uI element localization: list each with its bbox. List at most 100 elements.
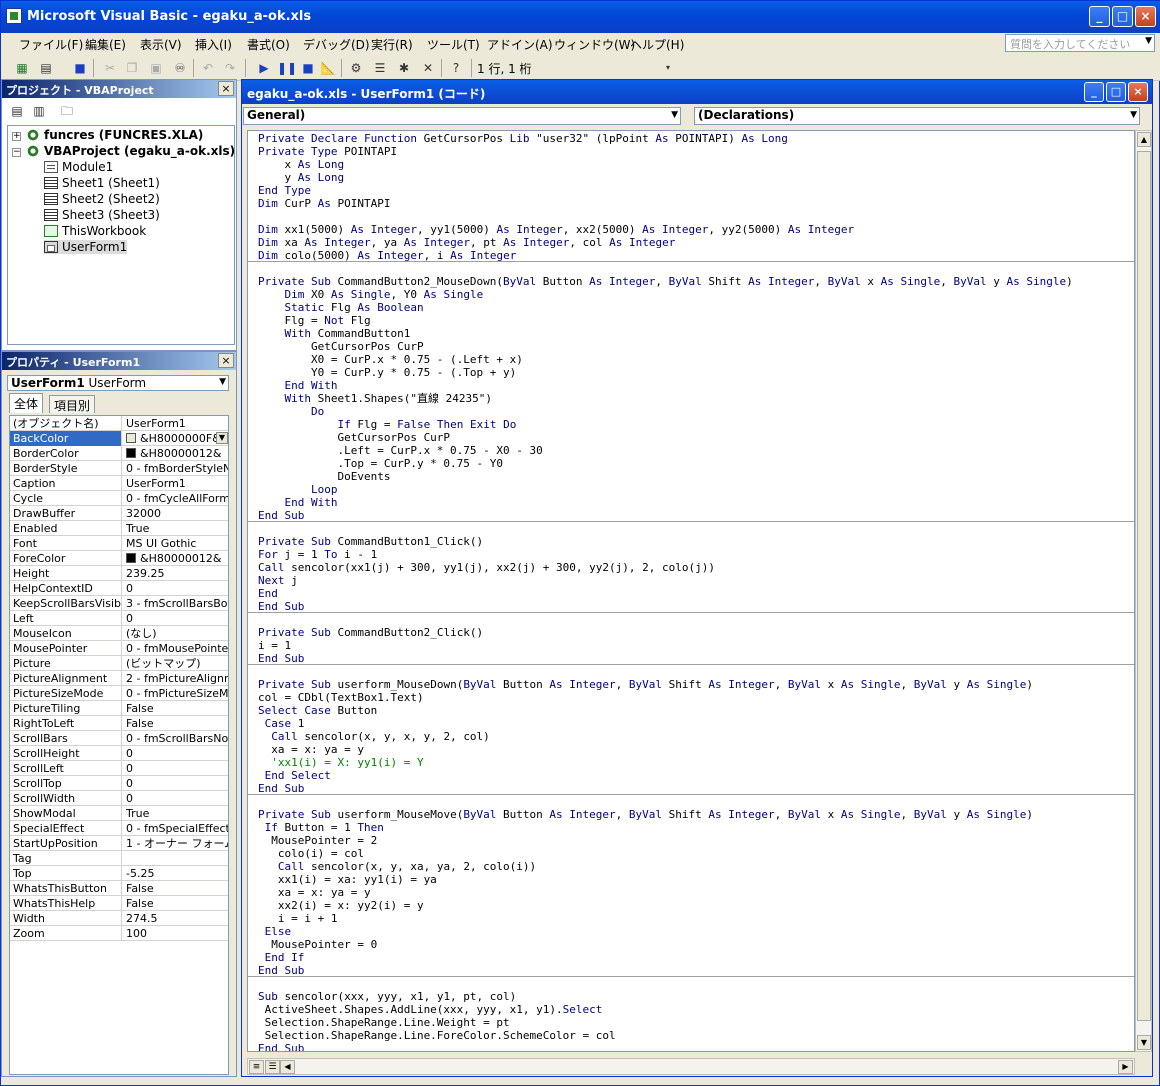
object-selector[interactable]: UserForm1 UserForm ▼: [7, 375, 229, 391]
property-row[interactable]: ScrollLeft 0: [10, 761, 228, 776]
code-line[interactable]: With Sheet1.Shapes("直線 24235"): [258, 392, 492, 405]
property-value[interactable]: -5.25: [123, 866, 228, 881]
code-line[interactable]: Private Sub CommandButton2_MouseDown(ByV…: [258, 275, 1073, 288]
property-row[interactable]: RightToLeft False: [10, 716, 228, 731]
code-line[interactable]: With CommandButton1: [258, 327, 411, 340]
undo-icon[interactable]: ↶: [199, 59, 217, 77]
chevron-down-icon[interactable]: ▼: [1130, 110, 1137, 120]
project-explorer-icon[interactable]: ⚙: [347, 59, 365, 77]
code-line[interactable]: Sub sencolor(xxx, yyy, x1, y1, pt, col): [258, 990, 516, 1003]
property-row[interactable]: MouseIcon (なし): [10, 626, 228, 641]
copy-icon[interactable]: ❐: [123, 59, 141, 77]
menu-format[interactable]: 書式(O): [247, 36, 290, 53]
code-line[interactable]: If Button = 1 Then: [258, 821, 384, 834]
toolbox-icon[interactable]: ✕: [419, 59, 437, 77]
procedure-view-icon[interactable]: ≡: [249, 1060, 264, 1074]
code-line[interactable]: End With: [258, 496, 338, 509]
property-value[interactable]: 0 - fmSpecialEffectFlat: [123, 821, 228, 836]
property-row[interactable]: KeepScrollBarsVisible 3 - fmScrollBarsBot…: [10, 596, 228, 611]
property-value[interactable]: &H80000012&: [123, 446, 228, 461]
property-row[interactable]: Caption UserForm1: [10, 476, 228, 491]
property-value[interactable]: 0: [123, 761, 228, 776]
property-value[interactable]: 100: [123, 926, 228, 941]
property-value[interactable]: 239.25: [123, 566, 228, 581]
code-horizontal-scrollbar[interactable]: ≡ ☰ ◀ ▶: [247, 1058, 1135, 1075]
vb-app-icon[interactable]: [6, 8, 22, 24]
code-vertical-scrollbar[interactable]: ▲ ▼: [1135, 130, 1152, 1052]
tab-alphabetic[interactable]: 全体: [9, 393, 44, 413]
property-row[interactable]: BorderColor &H80000012&: [10, 446, 228, 461]
property-value[interactable]: 0: [123, 746, 228, 761]
code-line[interactable]: Selection.ShapeRange.Line.ForeColor.Sche…: [258, 1029, 616, 1042]
property-row[interactable]: PictureTiling False: [10, 701, 228, 716]
property-row[interactable]: Tag: [10, 851, 228, 866]
menu-tools[interactable]: ツール(T): [427, 36, 480, 53]
property-row[interactable]: Width 274.5: [10, 911, 228, 926]
property-row[interactable]: WhatsThisHelp False: [10, 896, 228, 911]
property-value[interactable]: 3 - fmScrollBarsBoth: [123, 596, 228, 611]
code-line[interactable]: Case 1: [258, 717, 305, 730]
tree-node-sheet1[interactable]: Sheet1 (Sheet1): [44, 176, 160, 190]
property-row[interactable]: PictureAlignment 2 - fmPictureAlignmentCe…: [10, 671, 228, 686]
property-value[interactable]: 274.5: [123, 911, 228, 926]
scroll-thumb[interactable]: [1137, 151, 1151, 1021]
code-line[interactable]: ActiveSheet.Shapes.AddLine(xxx, yyy, x1,…: [258, 1003, 603, 1016]
code-line[interactable]: Loop: [258, 483, 338, 496]
property-value[interactable]: True: [123, 806, 228, 821]
scroll-down-icon[interactable]: ▼: [1137, 1035, 1151, 1050]
chevron-down-icon[interactable]: ▼: [671, 110, 678, 120]
menu-debug[interactable]: デバッグ(D): [303, 36, 370, 53]
property-row[interactable]: PictureSizeMode 0 - fmPictureSizeModeClip: [10, 686, 228, 701]
property-value[interactable]: [123, 851, 228, 866]
tree-node-module1[interactable]: Module1: [44, 160, 113, 174]
menu-insert[interactable]: 挿入(I): [195, 36, 232, 53]
property-value[interactable]: 0: [123, 611, 228, 626]
code-line[interactable]: DoEvents: [258, 470, 390, 483]
property-row[interactable]: ScrollHeight 0: [10, 746, 228, 761]
design-mode-icon[interactable]: 📐: [319, 59, 337, 77]
code-line[interactable]: Private Sub userform_MouseMove(ByVal But…: [258, 808, 1033, 821]
code-line[interactable]: Select Case Button: [258, 704, 377, 717]
tree-node-userform1[interactable]: UserForm1: [44, 240, 128, 254]
code-line[interactable]: Private Sub CommandButton1_Click(): [258, 535, 483, 548]
property-value[interactable]: 0 - fmScrollBarsNone: [123, 731, 228, 746]
code-line[interactable]: 'xx1(i) = X: yy1(i) = Y: [258, 756, 423, 769]
property-value[interactable]: 1 - オーナー フォームの中央: [123, 836, 228, 851]
code-line[interactable]: Dim X0 As Single, Y0 As Single: [258, 288, 484, 301]
property-row[interactable]: Font MS UI Gothic: [10, 536, 228, 551]
code-line[interactable]: For j = 1 To i - 1: [258, 548, 377, 561]
tab-categorized[interactable]: 項目別: [49, 395, 96, 413]
scroll-left-icon[interactable]: ◀: [280, 1060, 295, 1074]
code-line[interactable]: .Top = CurP.y * 0.75 - Y0: [258, 457, 503, 470]
code-close-button[interactable]: ×: [1128, 82, 1148, 102]
tree-node-funcres[interactable]: funcres (FUNCRES.XLA): [26, 128, 203, 142]
property-value[interactable]: 0: [123, 791, 228, 806]
code-line[interactable]: GetCursorPos CurP: [258, 431, 450, 444]
minimize-button[interactable]: _: [1089, 6, 1110, 27]
paste-icon[interactable]: ▣: [147, 59, 165, 77]
property-value[interactable]: False: [123, 896, 228, 911]
property-value[interactable]: 0 - fmMousePointerDefault: [123, 641, 228, 656]
code-line[interactable]: i = i + 1: [258, 912, 338, 925]
code-line[interactable]: Dim xa As Integer, ya As Integer, pt As …: [258, 236, 675, 249]
property-row[interactable]: Cycle 0 - fmCycleAllForms: [10, 491, 228, 506]
property-row[interactable]: ShowModal True: [10, 806, 228, 821]
code-line[interactable]: Dim xx1(5000) As Integer, yy1(5000) As I…: [258, 223, 854, 236]
code-line[interactable]: Private Type POINTAPI: [258, 145, 397, 158]
scroll-up-icon[interactable]: ▲: [1137, 132, 1151, 147]
code-line[interactable]: Flg = Not Flg: [258, 314, 370, 327]
property-value[interactable]: False: [123, 701, 228, 716]
menu-window[interactable]: ウィンドウ(W): [554, 36, 635, 53]
code-line[interactable]: Selection.ShapeRange.Line.Weight = pt: [258, 1016, 510, 1029]
code-line[interactable]: X0 = CurP.x * 0.75 - (.Left + x): [258, 353, 523, 366]
full-module-view-icon[interactable]: ☰: [265, 1060, 280, 1074]
scroll-right-icon[interactable]: ▶: [1118, 1060, 1133, 1074]
help-question-box[interactable]: 質問を入力してください ▼: [1005, 34, 1155, 52]
toggle-folders-icon[interactable]: 🗀: [58, 102, 76, 120]
code-line[interactable]: End If: [258, 951, 305, 964]
save-icon[interactable]: ■: [71, 59, 89, 77]
code-editor[interactable]: Private Declare Function GetCursorPos Li…: [247, 130, 1135, 1052]
tree-node-vbaproject[interactable]: VBAProject (egaku_a-ok.xls): [26, 144, 235, 158]
property-row[interactable]: Enabled True: [10, 521, 228, 536]
reset-icon[interactable]: ■: [299, 59, 317, 77]
